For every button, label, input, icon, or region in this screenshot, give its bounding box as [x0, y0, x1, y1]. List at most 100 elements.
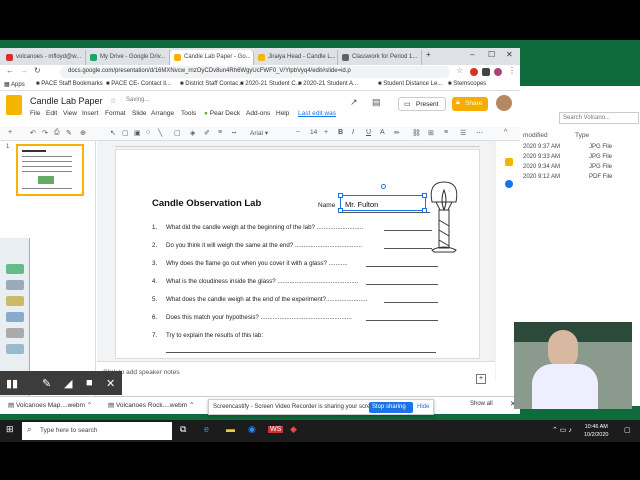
url-input[interactable]: docs.google.com/presentation/d/16MXNvcw_… — [60, 66, 450, 78]
bookmark-item[interactable]: ■ 2020-21 Student A... — [298, 81, 358, 87]
more-icon[interactable]: ⋯ — [476, 129, 483, 137]
line-icon[interactable]: ╲ — [158, 129, 162, 137]
menu-insert[interactable]: Insert — [82, 110, 98, 117]
link-icon[interactable]: ⛓ — [412, 129, 421, 137]
taskbar-search-input[interactable]: ⌕ Type here to search — [22, 422, 172, 440]
bookmark-apps[interactable]: ▦ Apps — [4, 81, 25, 88]
font-select[interactable]: Arial ▾ — [250, 129, 268, 137]
menu-slide[interactable]: Slide — [132, 110, 146, 117]
maximize-button[interactable]: ☐ — [488, 50, 495, 59]
border-weight-icon[interactable]: ≡ — [218, 129, 222, 136]
menu-add-ons[interactable]: Add-ons — [246, 110, 270, 117]
resize-handle[interactable] — [338, 193, 343, 198]
bookmark-item[interactable]: ■ 2020-21 Student C... — [240, 81, 301, 87]
eraser-icon[interactable]: ◢ — [64, 377, 72, 390]
file-explorer-icon[interactable]: ▬ — [226, 424, 235, 434]
notifications-icon[interactable]: ▢ — [624, 426, 631, 434]
menu-format[interactable]: Format — [105, 110, 126, 117]
star-doc-icon[interactable]: ☆ — [110, 97, 116, 105]
camera-icon[interactable]: ■ — [86, 377, 93, 389]
select-icon[interactable]: ↖ — [110, 129, 116, 137]
ws-app-icon[interactable]: WS — [268, 426, 284, 433]
slide[interactable]: Candle Observation Lab Name Mr. Fulton 1… — [115, 149, 480, 359]
column-modified[interactable]: modified — [523, 132, 548, 139]
font-size-decrease-icon[interactable]: − — [296, 129, 300, 136]
comments-icon[interactable]: ▤ — [372, 97, 381, 108]
line-spacing-icon[interactable]: ☰ — [460, 129, 466, 137]
more-menu-icon[interactable]: ⋮ — [508, 66, 516, 75]
menu-arrange[interactable]: Arrange — [151, 110, 174, 117]
textbox-icon[interactable]: ▢ — [122, 129, 129, 137]
show-all-button[interactable]: Show all — [470, 401, 493, 407]
activity-icon[interactable]: ↗ — [350, 97, 358, 108]
redo-icon[interactable]: ↷ — [42, 129, 48, 137]
font-size-input[interactable]: 14 — [310, 129, 317, 136]
extension-icon[interactable] — [470, 68, 478, 76]
doc-title[interactable]: Candle Lab Paper — [30, 96, 103, 106]
stop-sharing-button[interactable]: Stop sharing — [369, 402, 413, 413]
windows-start-icon[interactable]: ⊞ — [6, 424, 14, 435]
download-item[interactable]: ▤ Volcanoes Map....webm ⌃ — [8, 401, 92, 409]
text-color-icon[interactable]: A — [380, 129, 385, 136]
reload-icon[interactable]: ↻ — [34, 66, 41, 75]
pen-icon[interactable]: ✎ — [42, 377, 51, 390]
tool-icon[interactable] — [6, 296, 24, 306]
download-item[interactable]: ▤ Volcanoes Rock....webm ⌃ — [108, 401, 194, 409]
star-icon[interactable]: ☆ — [456, 66, 463, 75]
font-size-increase-icon[interactable]: + — [324, 129, 328, 136]
tool-icon[interactable] — [6, 312, 24, 322]
underline-icon[interactable]: U — [366, 129, 371, 136]
zoom-icon[interactable]: ⊕ — [80, 129, 86, 137]
browser-tab-active[interactable]: Candle Lab Paper - Go... — [170, 50, 254, 65]
share-button[interactable]: 🔒︎ Share — [452, 97, 488, 111]
task-view-icon[interactable]: ⧉ — [180, 424, 186, 435]
file-row-date[interactable]: 2020 9:37 AM — [523, 144, 560, 150]
menu-view[interactable]: View — [63, 110, 77, 117]
edge-icon[interactable]: e — [204, 424, 209, 434]
image-icon[interactable]: ▣ — [134, 129, 141, 137]
file-row-date[interactable]: 2020 9:34 AM — [523, 164, 560, 170]
present-button[interactable]: ▭ Present — [398, 97, 446, 111]
extension-icon[interactable] — [482, 68, 490, 76]
file-row-date[interactable]: 2020 9:12 AM — [523, 174, 560, 180]
menu-tools[interactable]: Tools — [181, 110, 196, 117]
profile-avatar[interactable] — [494, 68, 502, 76]
menu-pear-deck[interactable]: ● Pear Deck — [204, 110, 240, 117]
menu-help[interactable]: Help — [276, 110, 289, 117]
bookmark-item[interactable]: ■ Stemscopes — [448, 81, 486, 87]
minimize-button[interactable]: – — [470, 50, 474, 59]
highlight-icon[interactable]: ✏ — [394, 129, 400, 137]
tool-icon[interactable] — [6, 344, 24, 354]
forward-icon[interactable]: → — [20, 66, 28, 75]
border-color-icon[interactable]: ✐ — [204, 129, 210, 137]
browser-tab[interactable]: Jiraiya Head - Candle L... — [254, 50, 338, 65]
tool-icon[interactable] — [6, 264, 24, 274]
speaker-notes[interactable]: Click to add speaker notes — [97, 361, 495, 383]
app-icon[interactable]: ◆ — [290, 424, 297, 435]
fill-color-icon[interactable]: ◈ — [190, 129, 195, 137]
bold-icon[interactable]: B — [338, 129, 343, 136]
bookmark-item[interactable]: ■ PACE CE- Contact ll... — [106, 81, 171, 87]
close-icon[interactable]: ✕ — [106, 377, 115, 390]
hide-button[interactable]: Hide — [417, 404, 429, 410]
insert-comment-icon[interactable]: ⊞ — [428, 129, 434, 137]
explore-icon[interactable]: + — [476, 374, 486, 384]
bookmark-item[interactable]: ■ Student Distance Le... — [378, 81, 442, 87]
account-avatar[interactable] — [496, 95, 512, 111]
menu-file[interactable]: File — [30, 110, 40, 117]
browser-tab[interactable]: Classwork for Period 1... — [338, 50, 422, 65]
slide-thumbnail[interactable] — [16, 144, 84, 196]
annotation-toggle-icon[interactable]: ▮▮ — [6, 377, 18, 390]
comment-icon[interactable]: ▢ — [174, 129, 181, 137]
shape-icon[interactable]: ○ — [146, 129, 150, 136]
file-row-date[interactable]: 2020 9:33 AM — [523, 154, 560, 160]
back-icon[interactable]: ← — [6, 66, 14, 75]
taskbar-clock[interactable]: 10:46 AM 10/2/2020 — [584, 423, 608, 439]
name-value[interactable]: Mr. Fulton — [345, 200, 378, 209]
close-window-button[interactable]: ✕ — [506, 50, 513, 59]
chrome-icon[interactable]: ◉ — [248, 424, 256, 435]
name-textbox[interactable]: Mr. Fulton — [338, 184, 427, 213]
tasks-icon[interactable] — [505, 180, 513, 188]
tool-icon[interactable] — [6, 280, 24, 290]
last-edit-link[interactable]: Last edit was — [298, 110, 336, 117]
